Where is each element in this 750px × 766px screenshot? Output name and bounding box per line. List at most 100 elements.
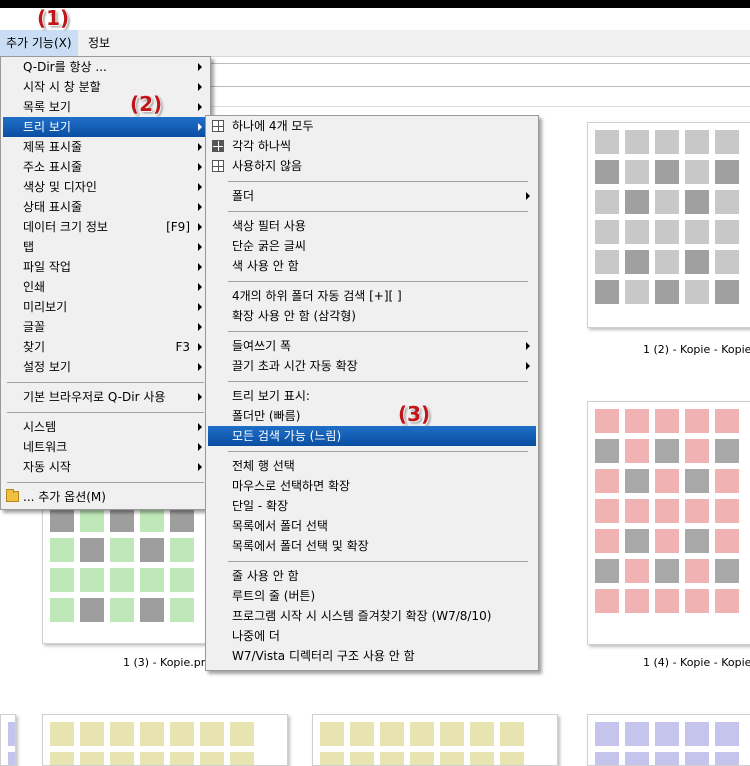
menu-item-8[interactable]: 상태 표시줄 [3,197,208,217]
menu-item-18[interactable]: 기본 브라우저로 Q-Dir 사용 [3,387,208,407]
image-tile [110,752,134,765]
menu-item-21[interactable]: 전체 행 선택 [208,456,536,476]
menu-item-label: 트리 보기 표시: [232,389,310,403]
menu-item-5[interactable]: 제목 표시줄 [3,137,208,157]
menu-item-11[interactable]: 파일 작업 [3,257,208,277]
menu-extras[interactable]: 추가 기능(X) [0,30,78,56]
menu-item-12[interactable]: 인쇄 [3,277,208,297]
menu-item-1[interactable]: 하나에 4개 모두 [208,116,536,136]
menu-item-label: 끌기 초과 시간 자동 확장 [232,359,358,373]
image-tile [685,130,709,154]
image-tile [50,508,74,532]
menu-item-24[interactable]: ... 추가 옵션(M) [3,487,208,507]
image-tile [715,160,739,184]
thumbnail-label[interactable]: 1 (3) - Kopie.png [123,656,215,669]
image-tile [140,568,164,592]
image-tile [655,130,679,154]
menu-item-12[interactable]: 확장 사용 안 함 (삼각형) [208,306,536,326]
menu-item-8[interactable]: 단순 굵은 글씨 [208,236,536,256]
image-tile [715,190,739,214]
menu-item-27[interactable]: 줄 사용 안 함 [208,566,536,586]
menu-info[interactable]: 정보 [82,30,116,56]
menu-item-7[interactable]: 색상 및 디자인 [3,177,208,197]
step-badge-1: (1) [37,6,70,30]
menu-item-2[interactable]: 시작 시 창 분할 [3,77,208,97]
image-tile [595,589,619,613]
image-tile [625,250,649,274]
menu-item-23[interactable]: 단일 - 확장 [208,496,536,516]
menu-item-7[interactable]: 색상 필터 사용 [208,216,536,236]
menu-item-30[interactable]: 나중에 더 [208,626,536,646]
image-tile [8,722,15,746]
menu-item-2[interactable]: 각각 하나씩 [208,136,536,156]
submenu-arrow-icon [198,223,202,231]
menu-separator [228,181,528,182]
thumbnail[interactable] [0,714,16,766]
image-tile [80,752,104,765]
image-tile [685,280,709,304]
image-tile [655,589,679,613]
thumbnail[interactable] [587,714,750,766]
image-tile [655,190,679,214]
menu-item-17[interactable]: 트리 보기 표시: [208,386,536,406]
menu-item-20[interactable]: 시스템 [3,417,208,437]
menu-item-4[interactable]: 트리 보기 [3,117,208,137]
menu-item-5[interactable]: 폴더 [208,186,536,206]
menu-item-14[interactable]: 글꼴 [3,317,208,337]
menu-item-13[interactable]: 미리보기 [3,297,208,317]
menu-item-21[interactable]: 네트워크 [3,437,208,457]
menu-item-25[interactable]: 목록에서 폴더 선택 및 확장 [208,536,536,556]
image-tile [110,508,134,532]
submenu-arrow-icon [198,463,202,471]
image-tile [500,722,524,746]
menu-item-9[interactable]: 데이터 크기 정보 [F9] [3,217,208,237]
image-tile [685,469,709,493]
menu-item-18[interactable]: 폴더만 (빠름) [208,406,536,426]
image-tile [625,409,649,433]
menu-item-label: 시작 시 창 분할 [23,80,101,94]
thumbnail-label[interactable]: 1 (2) - Kopie - Kopie. [643,343,750,356]
submenu-arrow-icon [198,343,202,351]
menu-item-11[interactable]: 4개의 하위 폴더 자동 검색 [+][ ] [208,286,536,306]
menu-item-3[interactable]: 목록 보기 [3,97,208,117]
menu-item-9[interactable]: 색 사용 안 함 [208,256,536,276]
submenu-arrow-icon [198,363,202,371]
menu-item-label: 전체 행 선택 [232,459,295,473]
thumbnail[interactable] [42,714,288,766]
image-tile [655,160,679,184]
folder-icon [6,489,19,502]
menu-item-19[interactable]: 모든 검색 가능 (느림) [208,426,536,446]
menu-item-6[interactable]: 주소 표시줄 [3,157,208,177]
menu-item-label: 줄 사용 안 함 [232,569,299,583]
step-badge-3: (3) [398,402,431,426]
menu-item-14[interactable]: 들여쓰기 폭 [208,336,536,356]
menu-item-15[interactable]: 끌기 초과 시간 자동 확장 [208,356,536,376]
menu-item-31[interactable]: W7/Vista 디렉터리 구조 사용 안 함 [208,646,536,666]
menu-item-3[interactable]: 사용하지 않음 [208,156,536,176]
image-tile [685,722,709,746]
image-tile [715,130,739,154]
menu-item-10[interactable]: 탭 [3,237,208,257]
menu-item-1[interactable]: Q-Dir를 항상 ... [3,57,208,77]
thumbnail[interactable] [587,401,750,645]
menu-item-16[interactable]: 설정 보기 [3,357,208,377]
submenu-arrow-icon [526,362,530,370]
menu-item-15[interactable]: 찾기 F3 [3,337,208,357]
menu-item-label: 목록 보기 [23,100,71,114]
thumbnail[interactable] [587,122,750,328]
menu-item-22[interactable]: 자동 시작 [3,457,208,477]
menu-item-29[interactable]: 프로그램 시작 시 시스템 즐겨찾기 확장 (W7/8/10) [208,606,536,626]
image-tile [685,220,709,244]
address-bar[interactable] [207,63,750,87]
image-tile [110,598,134,622]
image-tile [625,722,649,746]
thumbnail-label[interactable]: 1 (4) - Kopie - Kopie. [643,656,750,669]
menu-item-22[interactable]: 마우스로 선택하면 확장 [208,476,536,496]
menu-item-28[interactable]: 루트의 줄 (버튼) [208,586,536,606]
thumbnail[interactable] [312,714,558,766]
image-tile [140,598,164,622]
image-tile [50,538,74,562]
menu-item-24[interactable]: 목록에서 폴더 선택 [208,516,536,536]
image-tile [715,752,739,765]
image-tile [655,722,679,746]
